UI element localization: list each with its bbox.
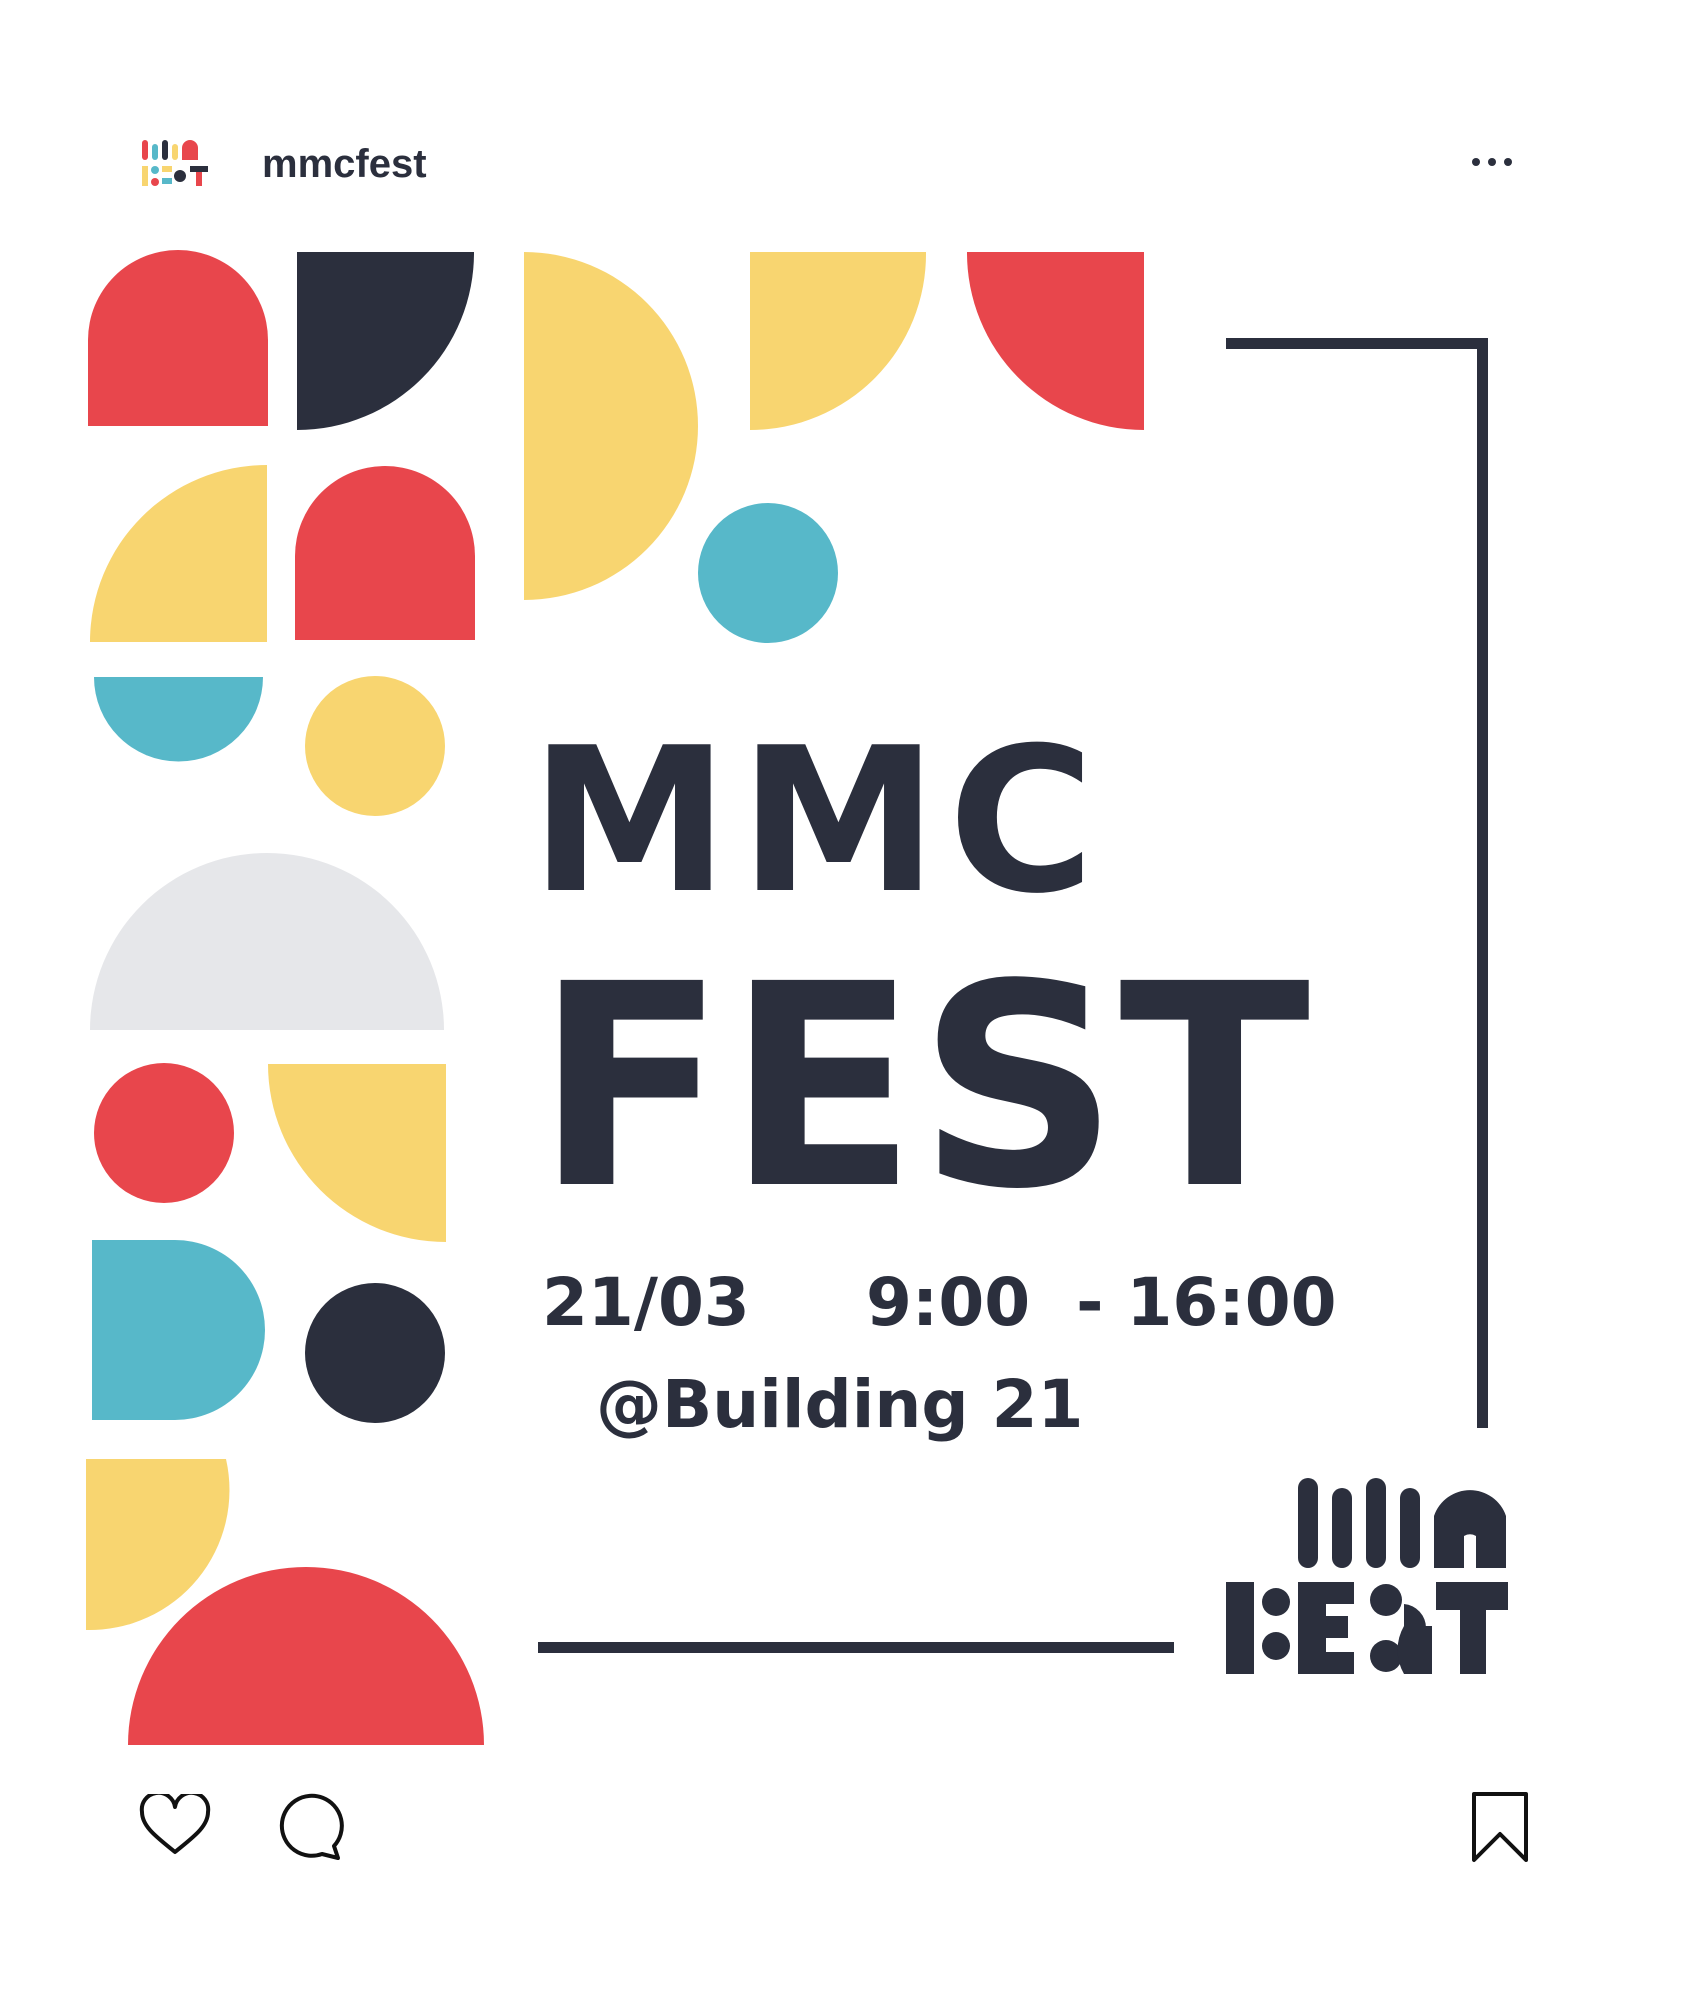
navy-quarter-shape bbox=[297, 252, 475, 430]
bookmark-icon bbox=[1472, 1792, 1528, 1862]
frame-bottom-line bbox=[538, 1642, 1174, 1653]
yellow-bowl-shape bbox=[750, 252, 927, 430]
comment-icon bbox=[279, 1793, 344, 1860]
teal-bowl-shape bbox=[94, 677, 263, 762]
frame-top-line bbox=[1226, 338, 1488, 349]
comment-button[interactable] bbox=[272, 1792, 344, 1864]
yellow-quarter-shape-2 bbox=[268, 1064, 446, 1242]
event-time: 9:00 - 16:00 bbox=[866, 1264, 1337, 1341]
frame-right-line bbox=[1477, 338, 1488, 1428]
poster-title-line2: FEST bbox=[535, 925, 1311, 1251]
yellow-half-circle-shape bbox=[524, 252, 698, 600]
red-quarter-shape bbox=[966, 252, 1144, 430]
poster-logo bbox=[1226, 1476, 1510, 1676]
heart-icon bbox=[139, 1794, 211, 1854]
navy-circle-shape bbox=[305, 1283, 445, 1423]
teal-d-shape bbox=[92, 1240, 265, 1420]
mmc-fest-logo-icon bbox=[1226, 1478, 1508, 1674]
red-arch-shape-2 bbox=[295, 466, 475, 640]
event-date: 21/03 bbox=[542, 1264, 750, 1341]
poster-title-line1: MMC bbox=[530, 705, 1105, 938]
yellow-quarter-shape bbox=[90, 465, 267, 642]
teal-circle-shape bbox=[698, 503, 838, 643]
event-location: @Building 21 bbox=[596, 1366, 1084, 1443]
save-button[interactable] bbox=[1470, 1790, 1530, 1864]
like-button[interactable] bbox=[138, 1794, 212, 1856]
red-arch-shape bbox=[88, 250, 268, 426]
gray-dome-shape bbox=[90, 853, 444, 1030]
red-circle-shape bbox=[94, 1063, 234, 1203]
yellow-circle-shape bbox=[305, 676, 445, 816]
